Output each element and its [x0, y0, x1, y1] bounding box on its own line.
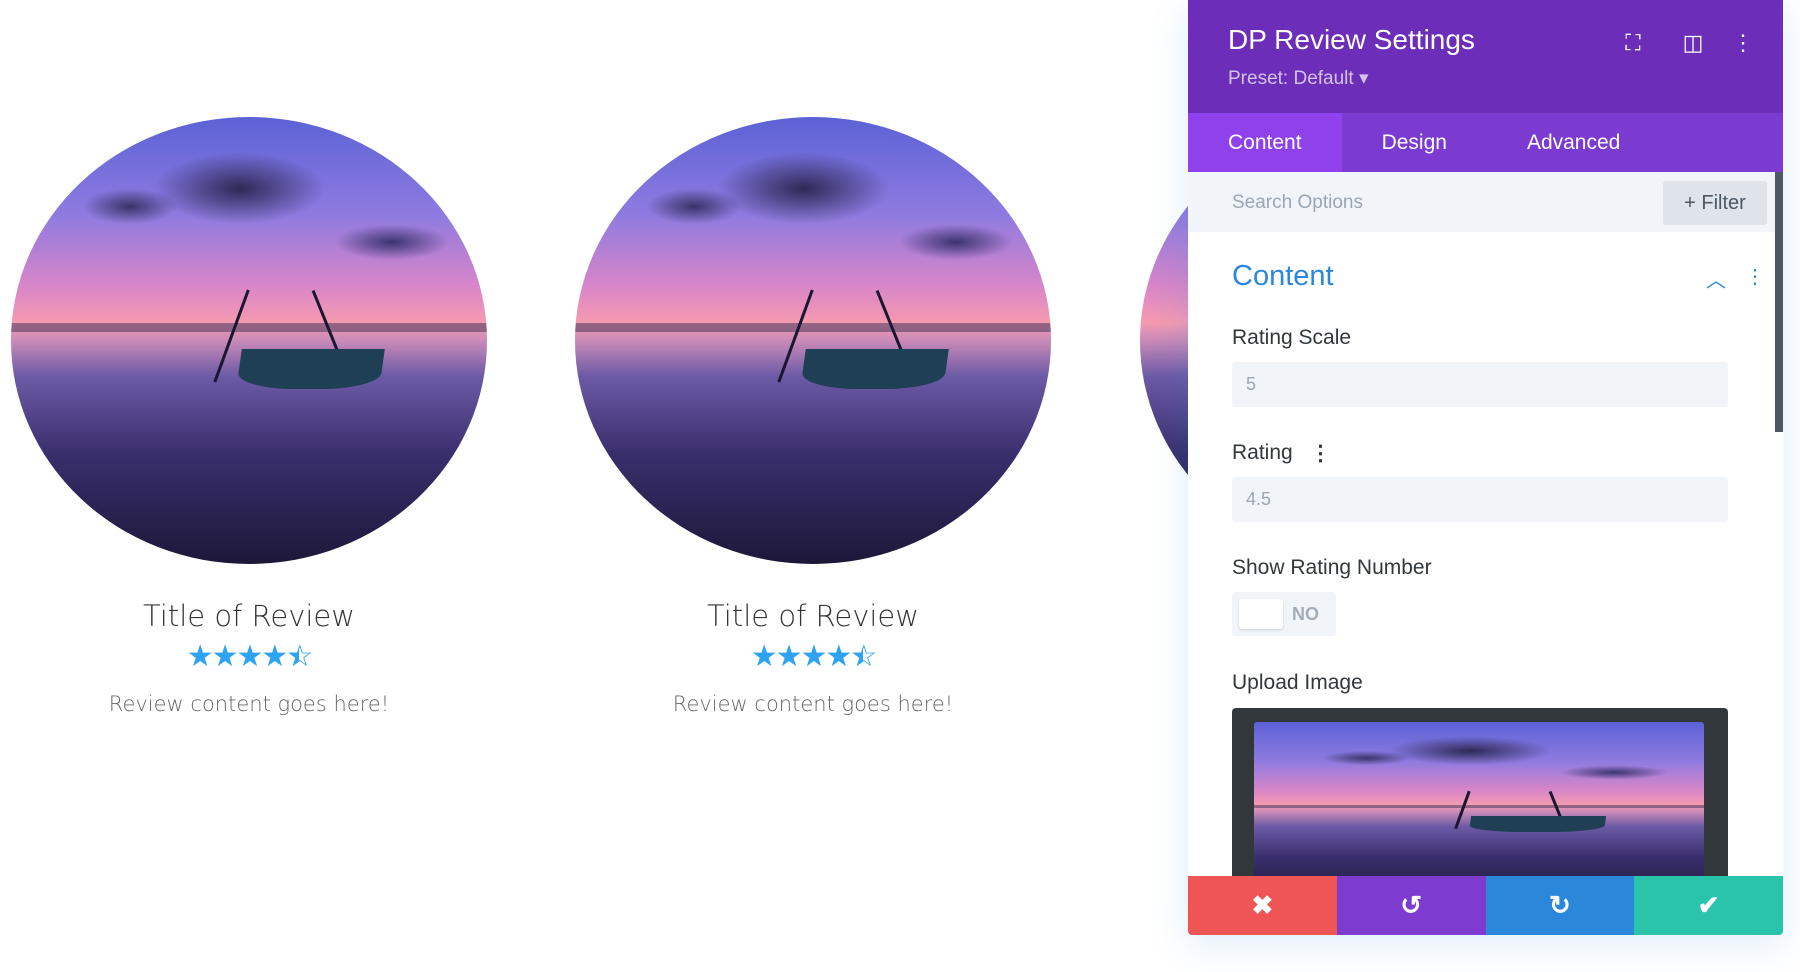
half-star-icon: ☆★ [850, 640, 877, 673]
panel-tabs: Content Design Advanced [1188, 113, 1783, 172]
show-rating-number-label: Show Rating Number [1232, 556, 1432, 579]
tab-design[interactable]: Design [1342, 113, 1487, 172]
rating-input[interactable]: 4.5 [1232, 477, 1728, 522]
review-title: Title of Review [142, 599, 355, 633]
panel-title: DP Review Settings [1228, 24, 1475, 55]
rating-scale-label: Rating Scale [1232, 326, 1352, 349]
star-icons: ★★★★ [186, 640, 289, 673]
star-rating: ★★★★☆★ [11, 639, 487, 674]
dynamic-content-icon[interactable]: ⋮ [1310, 441, 1331, 466]
scrollbar[interactable] [1775, 172, 1783, 432]
show-rating-number-toggle[interactable]: NO [1232, 592, 1336, 636]
filter-button[interactable]: + Filter [1663, 181, 1767, 225]
rating-scale-input[interactable]: 5 [1232, 362, 1728, 407]
search-options[interactable]: Search Options + Filter [1188, 172, 1783, 232]
settings-panel: DP Review Settings Preset: Default ▾ ⛶ ◫… [1188, 0, 1783, 935]
action-bar: ✖ ↺ ↻ ✔ [1188, 876, 1783, 935]
review-image [575, 117, 1051, 564]
star-icons: ★★★★ [750, 640, 853, 673]
half-star-icon: ☆★ [286, 640, 313, 673]
review-content: Review content goes here! [108, 692, 390, 716]
split-layout-icon[interactable]: ◫ [1680, 30, 1706, 56]
upload-image-preview[interactable] [1232, 708, 1728, 888]
section-title[interactable]: Content [1232, 260, 1334, 293]
tab-advanced[interactable]: Advanced [1487, 113, 1660, 172]
upload-image-label: Upload Image [1232, 671, 1363, 694]
review-title: Title of Review [706, 599, 919, 633]
rating-label: Rating [1232, 441, 1293, 464]
focus-mode-icon[interactable]: ⛶ [1620, 30, 1646, 56]
more-options-icon[interactable]: ⋮ [1730, 30, 1756, 56]
tab-content[interactable]: Content [1188, 113, 1342, 172]
chevron-up-icon[interactable]: ︿ [1706, 264, 1726, 293]
review-content: Review content goes here! [672, 692, 954, 716]
review-image [11, 117, 487, 564]
preset-dropdown[interactable]: Preset: Default ▾ [1228, 67, 1369, 90]
save-button[interactable]: ✔ [1634, 876, 1783, 935]
section-more-icon[interactable]: ⋮ [1745, 264, 1765, 289]
toggle-value: NO [1292, 604, 1319, 624]
redo-button[interactable]: ↻ [1485, 876, 1635, 935]
undo-button[interactable]: ↺ [1336, 876, 1486, 935]
panel-header: DP Review Settings Preset: Default ▾ ⛶ ◫… [1188, 0, 1783, 113]
cancel-button[interactable]: ✖ [1188, 876, 1337, 935]
star-rating: ★★★★☆★ [575, 639, 1051, 674]
search-input[interactable]: Search Options [1232, 192, 1363, 214]
